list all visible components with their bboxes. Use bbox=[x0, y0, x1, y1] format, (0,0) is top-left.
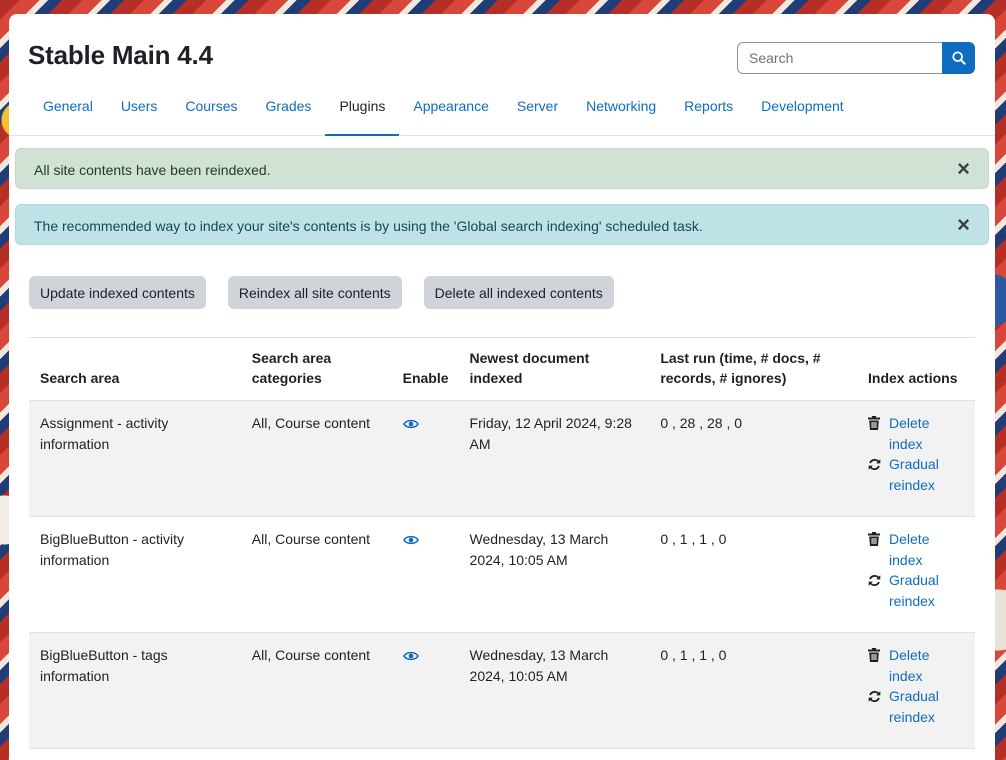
cell-index-actions: Delete index Gradual reindex bbox=[857, 400, 975, 517]
page-title: Stable Main 4.4 bbox=[28, 40, 213, 70]
update-indexed-contents-button[interactable]: Update indexed contents bbox=[29, 276, 206, 309]
gradual-reindex-label: Gradual reindex bbox=[889, 456, 939, 493]
close-icon[interactable]: × bbox=[957, 158, 970, 180]
cell-enable bbox=[391, 516, 459, 633]
cell-categories: All, Course content bbox=[240, 632, 392, 749]
success-alert: All site contents have been reindexed. × bbox=[15, 148, 989, 189]
delete-index-label: Delete index bbox=[889, 531, 930, 568]
info-alert-text: The recommended way to index your site's… bbox=[34, 218, 703, 234]
tab-grades[interactable]: Grades bbox=[252, 90, 326, 136]
cell-index-actions: Delete index Gradual reindex bbox=[857, 632, 975, 749]
cell-categories: All, Course content bbox=[240, 400, 392, 517]
cell-search-area: BigBlueButton - activity information bbox=[29, 516, 241, 633]
eye-icon[interactable] bbox=[402, 647, 419, 668]
tab-general[interactable]: General bbox=[29, 90, 107, 136]
trash-icon bbox=[868, 529, 889, 552]
cell-last-run: 0 , 1 , 1 , 0 bbox=[649, 632, 858, 749]
gradual-reindex-label: Gradual reindex bbox=[889, 688, 939, 725]
cell-newest-document: Wednesday, 13 March 2024, 10:05 AM bbox=[458, 632, 650, 749]
table-row: BigBlueButton - activity information All… bbox=[29, 516, 975, 633]
eye-icon[interactable] bbox=[402, 415, 419, 436]
search-button[interactable] bbox=[942, 42, 975, 74]
gradual-reindex-label: Gradual reindex bbox=[889, 572, 939, 609]
header-search-area: Search area bbox=[29, 337, 241, 401]
cell-newest-document: Friday, 12 April 2024, 9:28 AM bbox=[458, 400, 650, 517]
header-enable: Enable bbox=[391, 337, 459, 401]
table-row: BigBlueButton - tags information All, Co… bbox=[29, 632, 975, 749]
cell-last-run: 0 , 1 , 1 , 0 bbox=[649, 516, 858, 633]
delete-index-label: Delete index bbox=[889, 415, 930, 452]
tab-courses[interactable]: Courses bbox=[171, 90, 251, 136]
tab-development[interactable]: Development bbox=[747, 90, 858, 136]
tab-appearance[interactable]: Appearance bbox=[399, 90, 503, 136]
eye-icon[interactable] bbox=[402, 531, 419, 552]
main-card: Stable Main 4.4 General Users Courses Gr… bbox=[9, 14, 995, 760]
delete-all-indexed-button[interactable]: Delete all indexed contents bbox=[423, 276, 614, 309]
cell-last-run: 0 , 28 , 28 , 0 bbox=[649, 400, 858, 517]
delete-index-link[interactable]: Delete index bbox=[868, 413, 965, 454]
admin-tabs: General Users Courses Grades Plugins App… bbox=[29, 90, 858, 136]
table-row: Assignment - activity information All, C… bbox=[29, 400, 975, 517]
success-alert-text: All site contents have been reindexed. bbox=[34, 162, 271, 178]
delete-index-label: Delete index bbox=[889, 647, 930, 684]
reindex-all-button[interactable]: Reindex all site contents bbox=[227, 276, 402, 309]
tab-server[interactable]: Server bbox=[503, 90, 572, 136]
info-alert: The recommended way to index your site's… bbox=[15, 204, 989, 245]
refresh-icon bbox=[868, 454, 889, 477]
refresh-icon bbox=[868, 570, 889, 593]
delete-index-link[interactable]: Delete index bbox=[868, 529, 965, 570]
gradual-reindex-link[interactable]: Gradual reindex bbox=[868, 454, 965, 495]
index-action-buttons: Update indexed contents Reindex all site… bbox=[29, 276, 636, 309]
cell-enable bbox=[391, 400, 459, 517]
cell-enable bbox=[391, 632, 459, 749]
tab-reports[interactable]: Reports bbox=[670, 90, 747, 136]
tab-plugins[interactable]: Plugins bbox=[325, 90, 400, 136]
cell-search-area: BigBlueButton - tags information bbox=[29, 632, 241, 749]
trash-icon bbox=[868, 413, 889, 436]
search-icon bbox=[951, 51, 966, 65]
tab-users[interactable]: Users bbox=[107, 90, 172, 136]
header-index-actions: Index actions bbox=[857, 337, 975, 401]
cell-index-actions: Delete index Gradual reindex bbox=[857, 516, 975, 633]
trash-icon bbox=[868, 645, 889, 668]
search-form bbox=[737, 42, 975, 74]
page-header: Stable Main 4.4 General Users Courses Gr… bbox=[9, 14, 995, 136]
cell-categories: All, Course content bbox=[240, 516, 392, 633]
cell-newest-document: Wednesday, 13 March 2024, 10:05 AM bbox=[458, 516, 650, 633]
refresh-icon bbox=[868, 686, 889, 709]
header-categories: Search area categories bbox=[240, 337, 392, 401]
header-newest-document: Newest document indexed bbox=[458, 337, 650, 401]
gradual-reindex-link[interactable]: Gradual reindex bbox=[868, 686, 965, 727]
close-icon[interactable]: × bbox=[957, 214, 970, 236]
header-last-run: Last run (time, # docs, # records, # ign… bbox=[649, 337, 858, 401]
gradual-reindex-link[interactable]: Gradual reindex bbox=[868, 570, 965, 611]
search-areas-table: Search area Search area categories Enabl… bbox=[29, 337, 975, 749]
search-input[interactable] bbox=[737, 42, 942, 74]
cell-search-area: Assignment - activity information bbox=[29, 400, 241, 517]
delete-index-link[interactable]: Delete index bbox=[868, 645, 965, 686]
table-header-row: Search area Search area categories Enabl… bbox=[29, 337, 975, 401]
tab-networking[interactable]: Networking bbox=[572, 90, 670, 136]
